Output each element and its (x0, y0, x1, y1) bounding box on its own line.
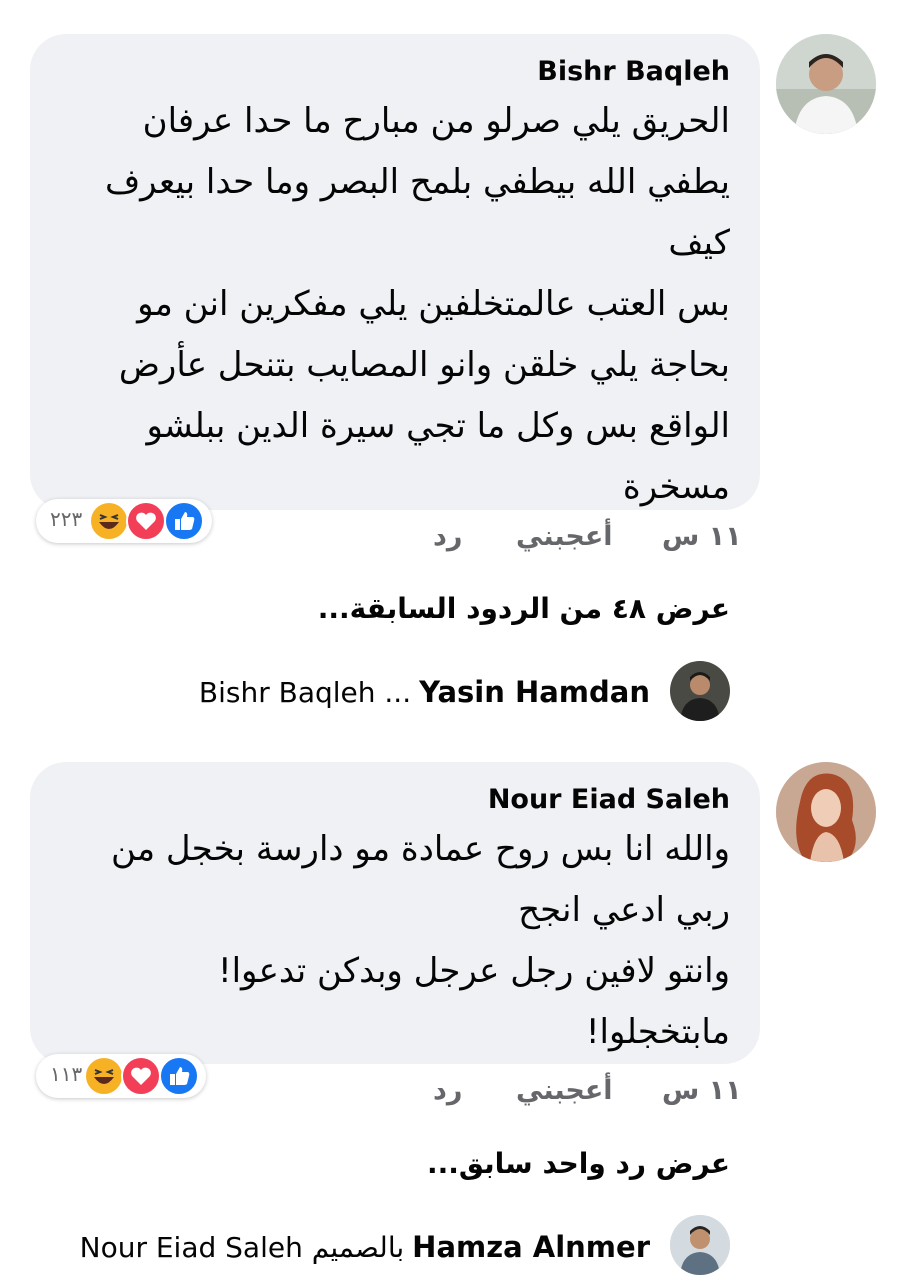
latest-reply[interactable]: Nour Eiad Saleh بالصميم Hamza Alnmer (10, 1222, 650, 1272)
comment-time: ١١ س (662, 1075, 742, 1106)
reply-text: Nour Eiad Saleh بالصميم (79, 1230, 405, 1264)
view-previous-replies[interactable]: عرض رد واحد سابق... (427, 1147, 730, 1180)
comment-time: ١١ س (662, 521, 742, 552)
avatar[interactable] (670, 661, 730, 721)
reaction-summary[interactable]: ٢٢٣ (36, 499, 212, 543)
comment-author[interactable]: Nour Eiad Saleh (488, 784, 730, 815)
avatar[interactable] (776, 34, 876, 134)
avatar-photo (776, 762, 876, 862)
like-icon (159, 1056, 199, 1096)
avatar[interactable] (670, 1215, 730, 1275)
reply-author[interactable]: Hamza Alnmer (412, 1230, 650, 1264)
comment-text: الحريق يلي صرلو من مبارح ما حدا عرفان يط… (104, 101, 730, 507)
avatar-photo (670, 1215, 730, 1275)
avatar-photo (776, 34, 876, 134)
love-icon (126, 501, 166, 541)
reply-button[interactable]: رد (433, 1075, 462, 1106)
love-icon (121, 1056, 161, 1096)
avatar-photo (670, 661, 730, 721)
latest-reply[interactable]: Bishr Baqleh ... Yasin Hamdan (10, 667, 650, 717)
comment-text: والله انا بس روح عمادة مو دارسة بخجل من … (111, 829, 730, 1052)
like-icon (164, 501, 204, 541)
like-button[interactable]: أعجبني (516, 1075, 613, 1106)
comment-author[interactable]: Bishr Baqleh (537, 56, 730, 87)
haha-icon (89, 501, 129, 541)
reply-author[interactable]: Yasin Hamdan (419, 675, 650, 709)
reaction-count: ٢٢٣ (50, 507, 83, 531)
view-previous-replies[interactable]: عرض ٤٨ من الردود السابقة... (318, 592, 730, 625)
haha-icon (84, 1056, 124, 1096)
reply-text: Bishr Baqleh ... (198, 675, 412, 709)
reaction-count: ١١٣ (50, 1062, 83, 1086)
reaction-summary[interactable]: ١١٣ (36, 1054, 206, 1098)
reply-button[interactable]: رد (433, 521, 462, 552)
like-button[interactable]: أعجبني (516, 521, 613, 552)
avatar[interactable] (776, 762, 876, 862)
